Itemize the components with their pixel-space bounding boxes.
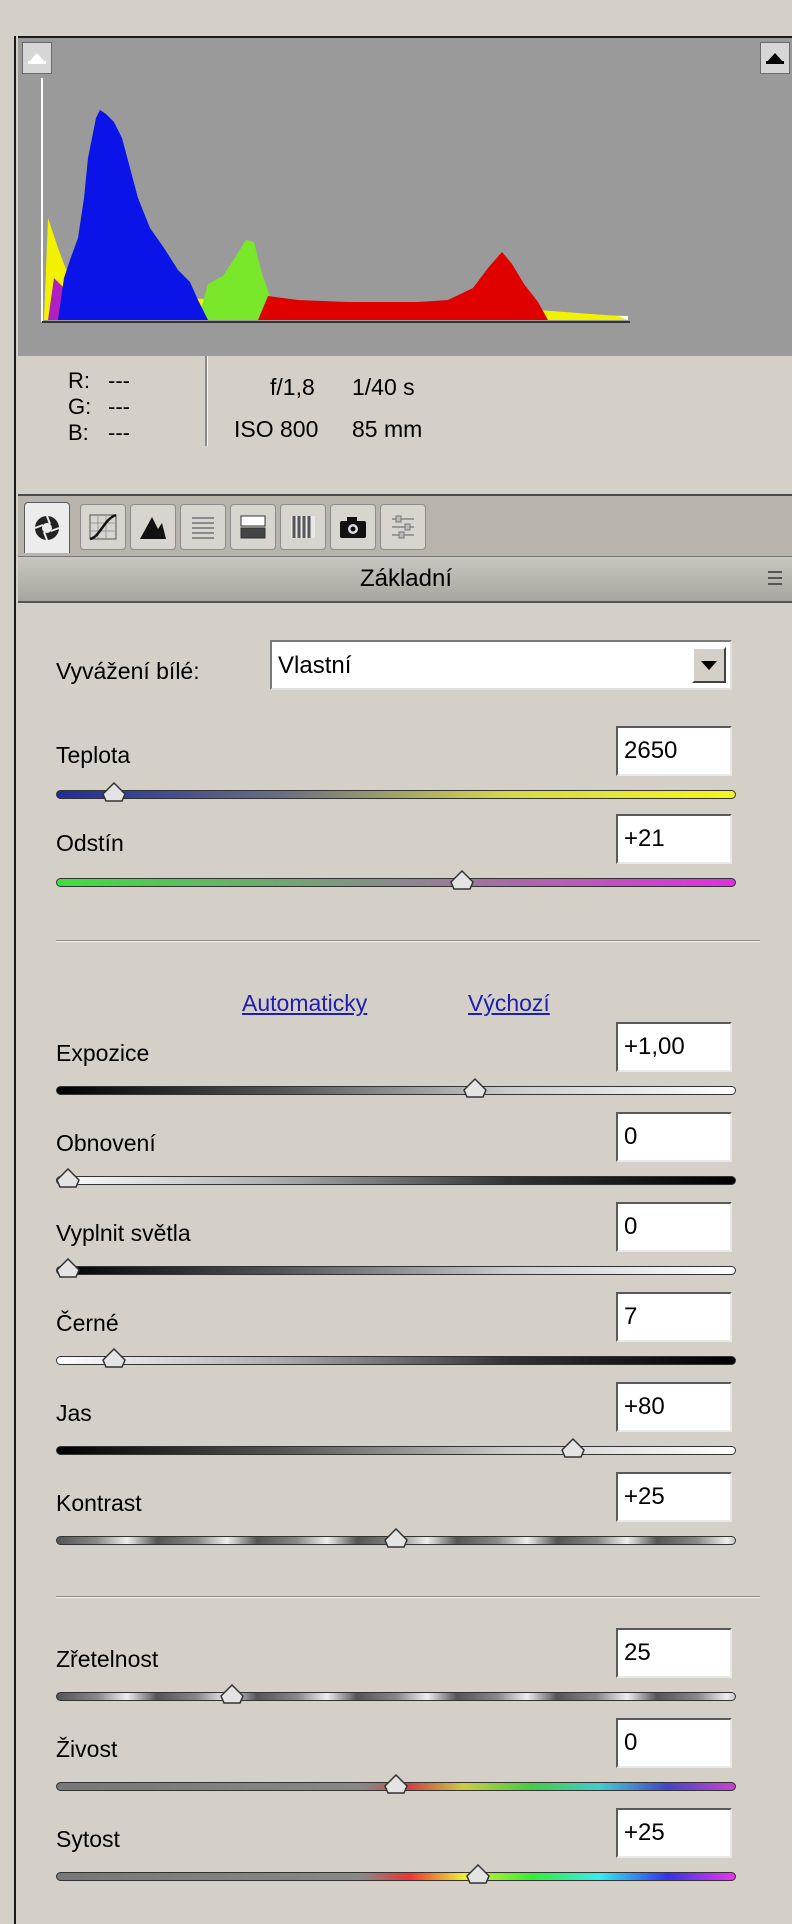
shadow-clipping-warning-icon[interactable] bbox=[22, 42, 52, 74]
temperature-label: Teplota bbox=[56, 742, 131, 768]
blacks-slider[interactable] bbox=[56, 1356, 736, 1365]
tab-detail[interactable] bbox=[130, 504, 176, 550]
lens-corrections-icon bbox=[291, 516, 315, 538]
temperature-slider[interactable] bbox=[56, 790, 736, 799]
tab-tone-curve[interactable] bbox=[80, 504, 126, 550]
camera-calibration-icon bbox=[340, 517, 366, 538]
brightness-label: Jas bbox=[56, 1400, 92, 1426]
tint-slider[interactable] bbox=[56, 878, 736, 887]
saturation-slider[interactable] bbox=[56, 1872, 736, 1881]
split-toning-icon bbox=[240, 515, 266, 539]
exposure-label: Expozice bbox=[56, 1040, 150, 1066]
white-balance-value: Vlastní bbox=[278, 652, 352, 679]
tab-hsl[interactable] bbox=[180, 504, 226, 550]
contrast-slider-thumb[interactable] bbox=[384, 1528, 408, 1548]
vibrance-field[interactable]: 0 bbox=[616, 1718, 732, 1768]
exposure-slider[interactable] bbox=[56, 1086, 736, 1095]
divider bbox=[56, 940, 760, 942]
fill-light-field[interactable]: 0 bbox=[616, 1202, 732, 1252]
section-header: Základní bbox=[18, 556, 792, 603]
vibrance-label: Živost bbox=[56, 1736, 118, 1762]
default-link[interactable]: Výchozí bbox=[468, 990, 550, 1017]
b-value: --- bbox=[108, 420, 130, 445]
contrast-label: Kontrast bbox=[56, 1490, 142, 1516]
recovery-field[interactable]: 0 bbox=[616, 1112, 732, 1162]
iso-value: ISO 800 bbox=[234, 416, 319, 442]
recovery-label: Obnovení bbox=[56, 1130, 156, 1156]
info-divider bbox=[205, 356, 208, 446]
brightness-slider-thumb[interactable] bbox=[561, 1438, 585, 1458]
saturation-label: Sytost bbox=[56, 1826, 120, 1852]
r-readout: R: --- bbox=[68, 368, 130, 394]
r-label: R: bbox=[68, 368, 90, 393]
histogram bbox=[18, 36, 792, 358]
temperature-field[interactable]: 2650 bbox=[616, 726, 732, 776]
tab-lens-corrections[interactable] bbox=[280, 504, 326, 550]
auto-link[interactable]: Automaticky bbox=[242, 990, 367, 1017]
tint-slider-thumb[interactable] bbox=[449, 870, 474, 890]
b-label: B: bbox=[68, 420, 89, 445]
focal-length-value: 85 mm bbox=[352, 416, 423, 442]
g-value: --- bbox=[108, 394, 130, 419]
white-balance-select[interactable]: Vlastní bbox=[270, 640, 732, 690]
divider bbox=[56, 1596, 760, 1598]
exposure-field[interactable]: +1,00 bbox=[616, 1022, 732, 1072]
presets-icon bbox=[392, 515, 414, 539]
saturation-field[interactable]: +25 bbox=[616, 1808, 732, 1858]
blue-curve bbox=[58, 110, 208, 320]
b-readout: B: --- bbox=[68, 420, 130, 446]
fill-light-slider[interactable] bbox=[56, 1266, 736, 1275]
tab-presets[interactable] bbox=[380, 504, 426, 550]
detail-icon bbox=[140, 517, 166, 539]
panel-menu-icon[interactable] bbox=[768, 571, 788, 587]
exposure-slider-thumb[interactable] bbox=[462, 1078, 487, 1098]
fill-light-label: Vyplnit světla bbox=[56, 1220, 191, 1246]
clarity-slider[interactable] bbox=[56, 1692, 736, 1701]
brightness-field[interactable]: +80 bbox=[616, 1382, 732, 1432]
camera-raw-panel: R: --- G: --- B: --- f/1,8 1/40 s ISO 800 8… bbox=[14, 36, 792, 1924]
fill-light-slider-thumb[interactable] bbox=[56, 1258, 80, 1278]
white-balance-label: Vyvážení bílé: bbox=[56, 658, 200, 684]
g-label: G: bbox=[68, 394, 92, 419]
shutter-value: 1/40 s bbox=[352, 374, 415, 400]
saturation-slider-thumb[interactable] bbox=[466, 1864, 490, 1884]
red-curve bbox=[258, 252, 548, 320]
g-readout: G: --- bbox=[68, 394, 130, 420]
tab-split-toning[interactable] bbox=[230, 504, 276, 550]
vibrance-slider-thumb[interactable] bbox=[384, 1774, 408, 1794]
histogram-graph bbox=[41, 78, 630, 323]
highlight-clipping-warning-icon[interactable] bbox=[760, 42, 790, 74]
basic-aperture-icon bbox=[34, 515, 60, 541]
chevron-down-icon[interactable] bbox=[692, 647, 726, 683]
temperature-slider-thumb[interactable] bbox=[102, 782, 126, 802]
tint-label: Odstín bbox=[56, 830, 124, 856]
blacks-slider-thumb[interactable] bbox=[102, 1348, 126, 1368]
clarity-field[interactable]: 25 bbox=[616, 1628, 732, 1678]
brightness-slider[interactable] bbox=[56, 1446, 736, 1455]
tone-curve-icon bbox=[89, 513, 117, 541]
tab-basic[interactable] bbox=[24, 502, 70, 553]
blacks-label: Černé bbox=[56, 1310, 119, 1336]
panel-tabs bbox=[18, 494, 792, 558]
recovery-slider-thumb[interactable] bbox=[56, 1168, 80, 1188]
aperture-value: f/1,8 bbox=[270, 374, 315, 400]
clarity-slider-thumb[interactable] bbox=[220, 1684, 244, 1704]
section-title: Základní bbox=[359, 565, 453, 592]
tab-camera-calibration[interactable] bbox=[330, 504, 376, 550]
hsl-grayscale-icon bbox=[192, 517, 214, 539]
blacks-field[interactable]: 7 bbox=[616, 1292, 732, 1342]
recovery-slider[interactable] bbox=[56, 1176, 736, 1185]
contrast-field[interactable]: +25 bbox=[616, 1472, 732, 1522]
tint-field[interactable]: +21 bbox=[616, 814, 732, 864]
clarity-label: Zřetelnost bbox=[56, 1646, 159, 1672]
r-value: --- bbox=[108, 368, 130, 393]
info-area: R: --- G: --- B: --- f/1,8 1/40 s ISO 800 8… bbox=[18, 356, 792, 494]
